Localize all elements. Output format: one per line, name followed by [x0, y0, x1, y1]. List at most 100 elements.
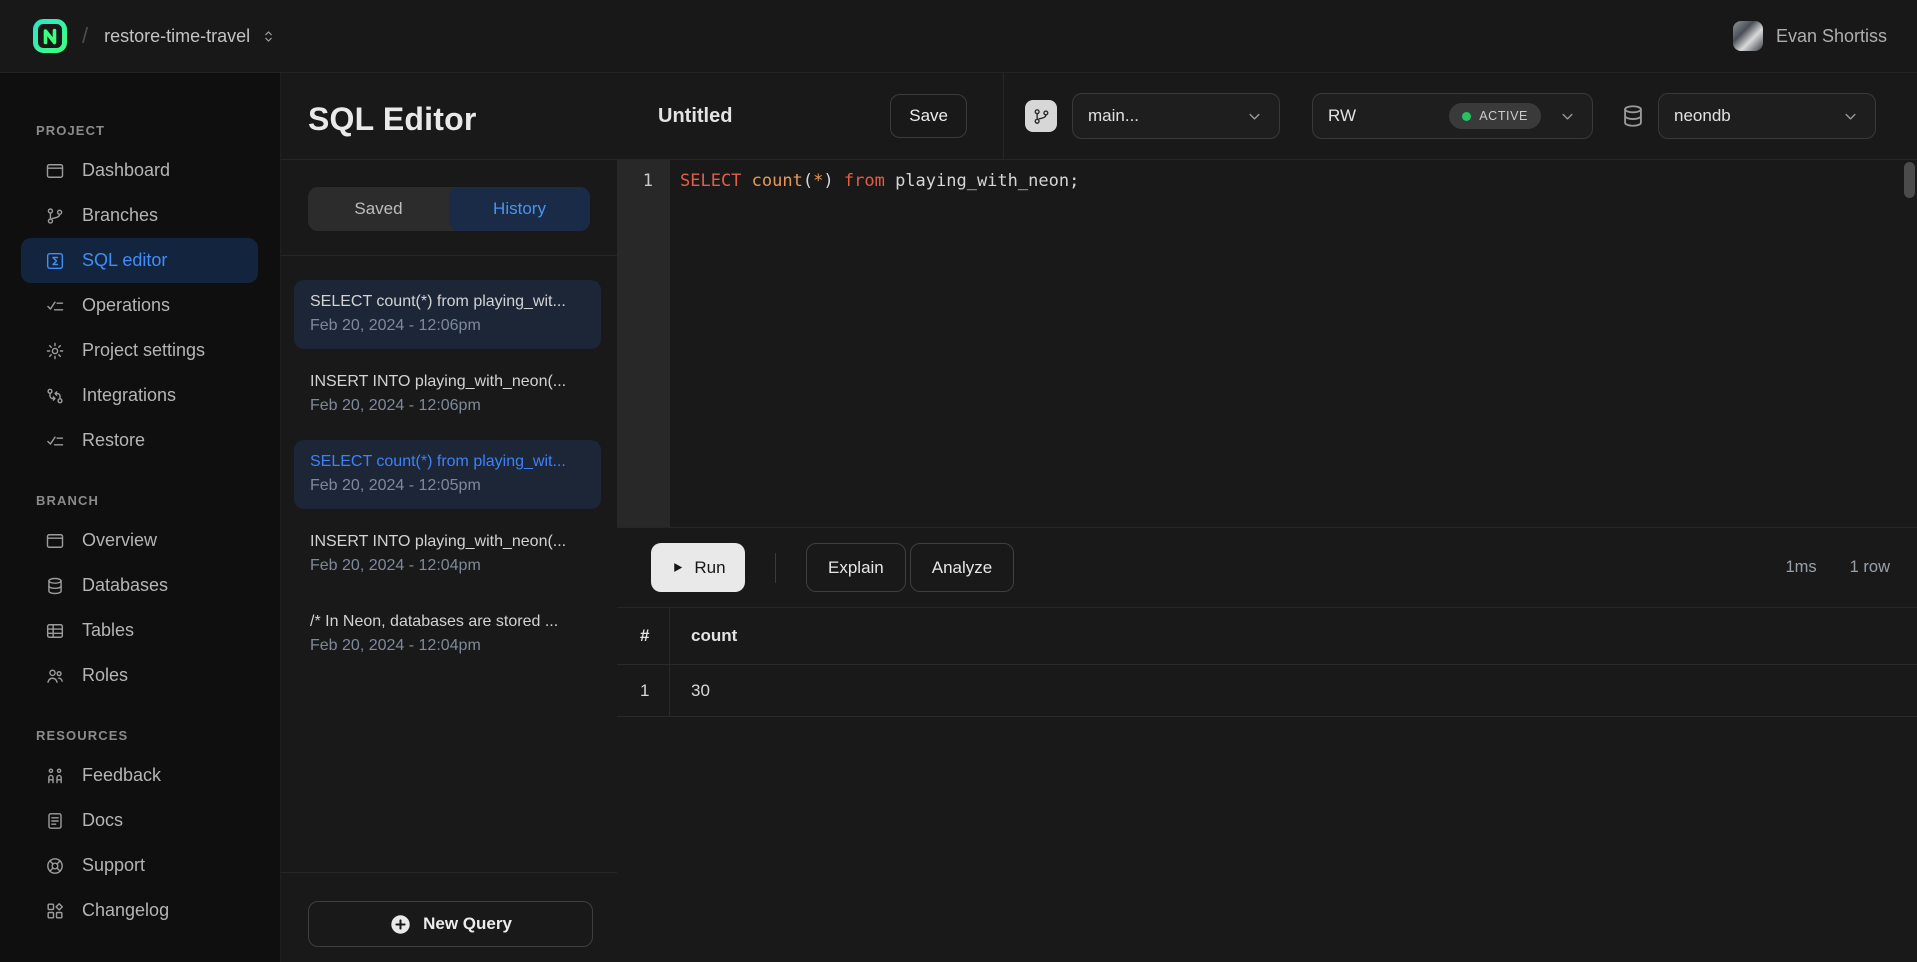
plus-circle-icon: [389, 913, 412, 936]
sidebar-item-changelog[interactable]: Changelog: [21, 888, 258, 933]
toolbar-divider: [775, 553, 776, 583]
run-button[interactable]: Run: [651, 543, 745, 592]
connection-bar: main... RW ACTIVE neondb: [1004, 73, 1917, 159]
line-number: 1: [643, 171, 653, 191]
panel-title: SQL Editor: [308, 101, 617, 138]
sidebar-item-label: Support: [82, 855, 145, 876]
sidebar-item-branches[interactable]: Branches: [21, 193, 258, 238]
sql-icon: [45, 251, 65, 271]
history-date: Feb 20, 2024 - 12:05pm: [310, 477, 585, 495]
sidebar-item-restore[interactable]: Restore: [21, 418, 258, 463]
breadcrumb-separator: /: [82, 23, 88, 49]
sidebar-item-label: Restore: [82, 430, 145, 451]
checklist-icon: [45, 431, 65, 451]
database-icon: [1620, 103, 1646, 129]
sidebar-item-project-settings[interactable]: Project settings: [21, 328, 258, 373]
main-area: Untitled Save main... RW: [617, 73, 1917, 962]
sidebar-item-tables[interactable]: Tables: [21, 608, 258, 653]
users-icon: [45, 666, 65, 686]
feedback-icon: [45, 766, 65, 786]
history-item[interactable]: SELECT count(*) from playing_wit... Feb 2…: [294, 280, 601, 349]
sidebar-item-label: Roles: [82, 665, 128, 686]
sidebar-item-label: Docs: [82, 810, 123, 831]
query-title: Untitled: [658, 105, 732, 128]
code-line: SELECT count(*) from playing_with_neon;: [670, 160, 1079, 527]
chevron-down-icon: [1245, 107, 1264, 126]
topbar: / restore-time-travel Evan Shortiss: [0, 0, 1917, 73]
sidebar-item-databases[interactable]: Databases: [21, 563, 258, 608]
database-dropdown[interactable]: neondb: [1658, 93, 1876, 139]
docs-icon: [45, 811, 65, 831]
history-item[interactable]: INSERT INTO playing_with_neon(...Feb 20,…: [294, 360, 601, 429]
new-query-button[interactable]: New Query: [308, 901, 593, 947]
app: / restore-time-travel Evan Shortiss PROJ…: [0, 0, 1917, 962]
integrations-icon: [45, 386, 65, 406]
status-dot: [1462, 112, 1471, 121]
section-label: BRANCH: [36, 493, 280, 508]
history-item[interactable]: SELECT count(*) from playing_wit... Feb 2…: [294, 440, 601, 509]
sidebar-item-feedback[interactable]: Feedback: [21, 753, 258, 798]
branch-icon: [1032, 107, 1051, 126]
chevron-down-icon: [1841, 107, 1860, 126]
sidebar-item-overview[interactable]: Overview: [21, 518, 258, 563]
history-date: Feb 20, 2024 - 12:04pm: [310, 637, 585, 655]
saved-history-tabs: SavedHistory: [308, 187, 590, 231]
tabs-wrap: SavedHistory: [281, 160, 617, 256]
code-editor[interactable]: 1 SELECT count(*) from playing_with_neon…: [617, 160, 1917, 528]
branch-chip-icon: [1025, 100, 1057, 132]
project-selector[interactable]: restore-time-travel: [104, 26, 277, 47]
sidebar-item-label: Databases: [82, 575, 168, 596]
history-date: Feb 20, 2024 - 12:06pm: [310, 317, 585, 335]
column-header: count: [670, 608, 737, 664]
sidebar-item-support[interactable]: Support: [21, 843, 258, 888]
analyze-button[interactable]: Analyze: [910, 543, 1014, 592]
history-item[interactable]: /* In Neon, databases are stored ...Feb …: [294, 600, 601, 669]
save-button[interactable]: Save: [890, 94, 967, 138]
history-list: SELECT count(*) from playing_wit... Feb 2…: [281, 256, 617, 872]
window-icon: [45, 531, 65, 551]
history-date: Feb 20, 2024 - 12:04pm: [310, 557, 585, 575]
status-badge: ACTIVE: [1449, 103, 1541, 129]
user-menu[interactable]: Evan Shortiss: [1733, 21, 1887, 51]
sidebar-item-sql-editor[interactable]: SQL editor: [21, 238, 258, 283]
compute-dropdown[interactable]: RW ACTIVE: [1312, 93, 1593, 139]
panel-header: SQL Editor: [281, 73, 617, 160]
branch-dropdown[interactable]: main...: [1072, 93, 1280, 139]
sidebar-item-dashboard[interactable]: Dashboard: [21, 148, 258, 193]
history-query: INSERT INTO playing_with_neon(...: [310, 533, 585, 551]
sidebar-item-operations[interactable]: Operations: [21, 283, 258, 328]
sidebar-item-label: Branches: [82, 205, 158, 226]
sidebar-item-docs[interactable]: Docs: [21, 798, 258, 843]
checklist-icon: [45, 296, 65, 316]
history-query: SELECT count(*) from playing_wit...: [310, 453, 585, 471]
sidebar-item-integrations[interactable]: Integrations: [21, 373, 258, 418]
sidebar-item-label: Feedback: [82, 765, 161, 786]
results-table: #count 130: [617, 607, 1917, 962]
line-number-gutter: 1: [617, 160, 670, 527]
query-header: Untitled Save: [617, 73, 1004, 159]
sidebar-item-roles[interactable]: Roles: [21, 653, 258, 698]
history-query: INSERT INTO playing_with_neon(...: [310, 373, 585, 391]
results-body: 130: [617, 665, 1917, 717]
tab-saved[interactable]: Saved: [308, 187, 449, 231]
table-icon: [45, 621, 65, 641]
panel-footer: New Query: [281, 872, 617, 962]
neon-logo-icon[interactable]: [32, 18, 68, 54]
section-label: PROJECT: [36, 123, 280, 138]
history-query: SELECT count(*) from playing_wit...: [310, 293, 585, 311]
results-header-row: #count: [617, 608, 1917, 665]
table-cell: 1: [617, 665, 670, 716]
database-icon: [45, 576, 65, 596]
changelog-icon: [45, 901, 65, 921]
editor-header: Untitled Save main... RW: [617, 73, 1917, 160]
sidebar-item-label: Overview: [82, 530, 157, 551]
chevron-updown-icon: [260, 28, 277, 45]
status-text: ACTIVE: [1479, 109, 1528, 123]
history-item[interactable]: INSERT INTO playing_with_neon(... Feb 20,…: [294, 520, 601, 589]
tab-history[interactable]: History: [449, 187, 590, 231]
query-duration: 1ms: [1785, 558, 1816, 577]
section-label: RESOURCES: [36, 728, 280, 743]
branch-name: main...: [1088, 106, 1139, 126]
editor-scrollbar[interactable]: [1904, 162, 1915, 198]
explain-button[interactable]: Explain: [806, 543, 906, 592]
